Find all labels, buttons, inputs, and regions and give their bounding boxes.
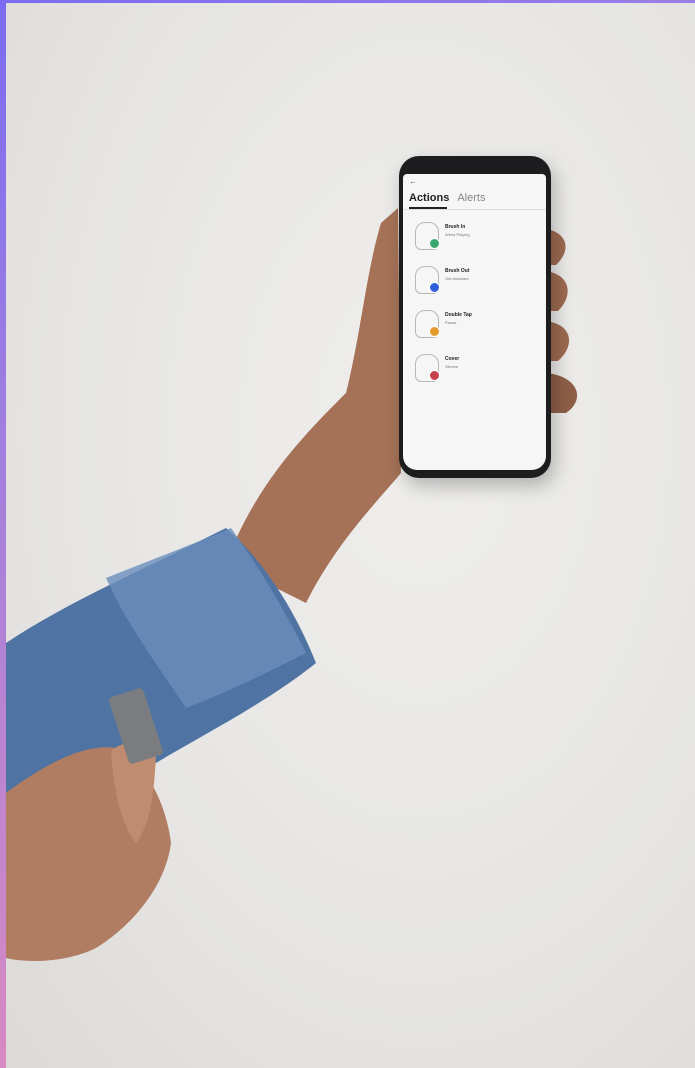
item-subtitle: Weird Playing [445,232,470,237]
item-subtitle: Pause [445,320,457,325]
status-dot [429,282,440,293]
photo: ← Actions Alerts Brush In Weird Playing … [6,3,695,1068]
item-title: Double Tap [445,312,472,318]
item-subtitle: Silence [445,364,459,369]
status-dot [429,370,440,381]
item-title: Cover [445,356,460,362]
status-dot [429,326,440,337]
back-arrow-icon[interactable]: ← [409,177,417,186]
smartphone: ← Actions Alerts Brush In Weird Playing … [399,156,551,478]
scene-illustration [6,208,578,961]
item-subtitle: Get Assistant [445,276,469,281]
tab-divider [403,209,546,210]
tab-actions[interactable]: Actions [409,192,449,204]
tab-bar: Actions Alerts [409,192,485,204]
item-title: Brush Out [445,268,470,274]
forearm [226,208,401,603]
phone-screen: ← Actions Alerts Brush In Weird Playing … [403,174,546,470]
tab-alerts[interactable]: Alerts [457,192,485,204]
status-dot [429,238,440,249]
item-title: Brush In [445,224,466,230]
